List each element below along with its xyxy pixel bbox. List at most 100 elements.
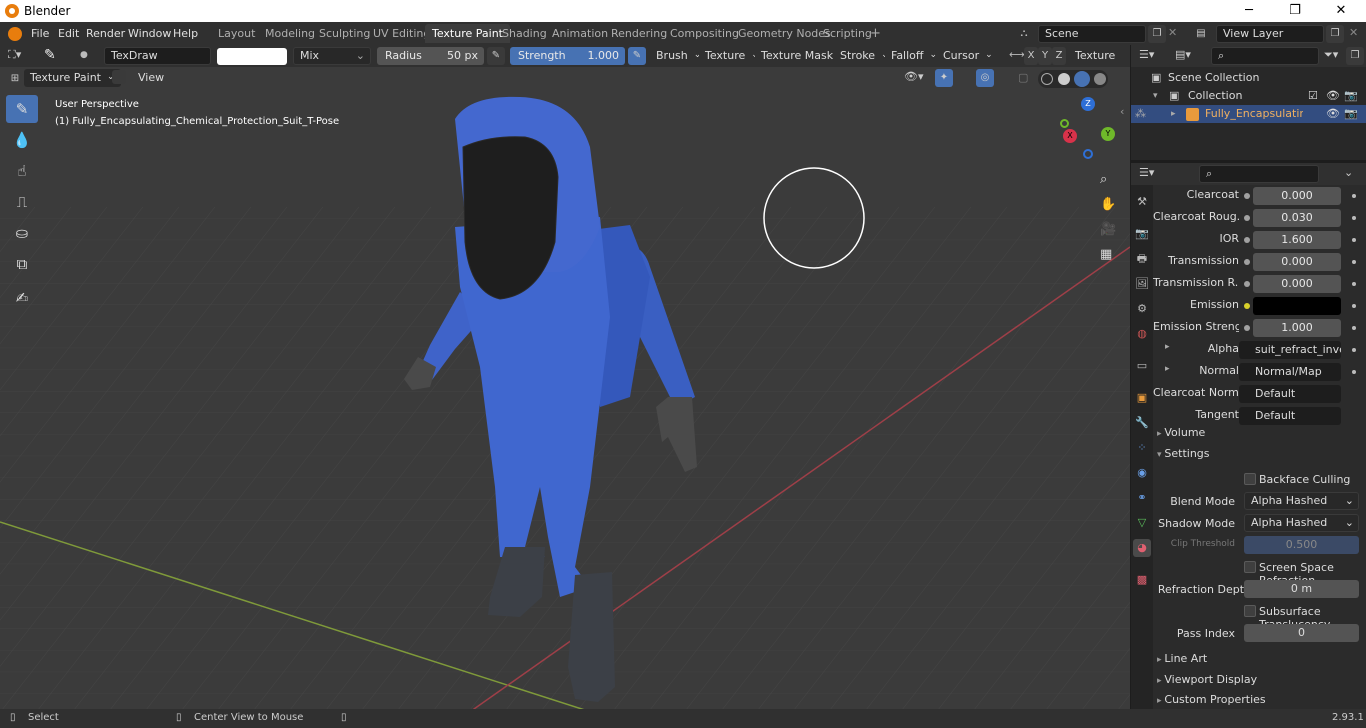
clone-tool-icon[interactable]: ⎍ — [6, 188, 38, 216]
mask-tool-icon[interactable]: ⧉ — [6, 250, 38, 278]
filter-icon[interactable]: ⏷▾ — [1324, 48, 1338, 62]
object-camera-icon[interactable]: 📷 — [1344, 105, 1358, 123]
mirror-x-button[interactable]: X — [1024, 47, 1038, 65]
sss-checkbox[interactable] — [1244, 605, 1256, 617]
output-tab-icon[interactable]: 🖶 — [1133, 250, 1151, 268]
strength-pressure-icon[interactable]: ✎ — [628, 47, 646, 65]
backface-culling-checkbox[interactable] — [1244, 473, 1256, 485]
display-mode-icon[interactable]: ▤▾ — [1175, 48, 1191, 61]
mode-selector[interactable]: Texture Paint — [24, 69, 121, 87]
refraction-depth-field[interactable]: 0 m — [1244, 580, 1359, 598]
view-layer-browse-icon[interactable]: ▤ — [1192, 25, 1210, 43]
physics-tab-icon[interactable]: ◉ — [1133, 464, 1151, 482]
socket-icon[interactable] — [1244, 193, 1250, 199]
smear-tool-icon[interactable]: ☝ — [6, 157, 38, 185]
scene-name-field[interactable]: Scene — [1038, 25, 1146, 43]
blend-mode-select[interactable]: Mix ⌄ — [293, 47, 371, 65]
viewport-display-panel-header[interactable]: ▸ Viewport Display — [1157, 670, 1362, 690]
add-workspace-icon[interactable]: + — [870, 26, 881, 41]
3d-viewport[interactable]: ⊞ Texture Paint View 👁▾ ✦ ◎ ▢ User Persp… — [0, 67, 1130, 709]
brush-tool-icon[interactable]: ✎ — [44, 47, 56, 63]
pan-hand-icon[interactable]: ✋ — [1100, 192, 1120, 217]
constraints-tab-icon[interactable]: ⚭ — [1133, 489, 1151, 507]
property-value[interactable]: 0.030 — [1253, 209, 1341, 227]
socket-icon[interactable] — [1244, 325, 1250, 331]
gizmo-x[interactable]: X — [1063, 129, 1077, 143]
shadow-mode-dropdown[interactable]: Alpha Hashed ⌄ — [1244, 514, 1359, 532]
radius-slider[interactable]: Radius 50 px — [377, 47, 484, 65]
new-view-layer-icon[interactable]: ❐ — [1326, 25, 1344, 43]
remove-view-layer-icon[interactable]: ✕ — [1349, 26, 1358, 39]
socket-icon[interactable] — [1244, 215, 1250, 221]
pass-index-field[interactable]: 0 — [1244, 624, 1359, 642]
grid-perspective-icon[interactable]: ▦ — [1100, 242, 1120, 267]
view-layer-field[interactable]: View Layer — [1216, 25, 1324, 43]
keyframe-dot-icon[interactable] — [1352, 238, 1356, 242]
xray-icon[interactable]: ▢ — [1018, 71, 1028, 84]
property-value[interactable]: Normal/Map — [1239, 363, 1341, 381]
socket-icon[interactable] — [1244, 303, 1250, 309]
keyframe-dot-icon[interactable] — [1352, 260, 1356, 264]
remove-scene-icon[interactable]: ✕ — [1168, 26, 1177, 39]
cursor-menu[interactable]: Cursor — [937, 47, 999, 65]
maximize-button[interactable]: ❐ — [1272, 0, 1318, 22]
rendered-shading-icon[interactable] — [1094, 73, 1106, 85]
exclude-checkbox-icon[interactable]: ☑ — [1308, 87, 1318, 105]
soften-tool-icon[interactable]: 💧 — [6, 126, 38, 154]
mirror-z-button[interactable]: Z — [1052, 47, 1066, 65]
socket-icon[interactable] — [1244, 281, 1250, 287]
brush-name-field[interactable]: TexDraw — [104, 47, 211, 65]
ssr-checkbox[interactable] — [1244, 561, 1256, 573]
property-value[interactable]: 0.000 — [1253, 253, 1341, 271]
view-menu[interactable]: View — [138, 71, 164, 84]
material-tab-icon[interactable]: ◕ — [1133, 539, 1151, 557]
particles-tab-icon[interactable]: ⁘ — [1133, 439, 1151, 457]
outliner-search-input[interactable]: ⌕ — [1211, 47, 1319, 65]
keyframe-dot-icon[interactable] — [1352, 282, 1356, 286]
overlays-toggle-icon[interactable]: ◎ — [976, 69, 994, 87]
gizmo-z[interactable]: Z — [1081, 97, 1095, 111]
socket-icon[interactable] — [1244, 259, 1250, 265]
menu-help[interactable]: Help — [173, 27, 198, 40]
zoom-icon[interactable]: ⌕ — [1100, 167, 1120, 192]
minimize-button[interactable]: ─ — [1226, 0, 1272, 22]
strength-slider[interactable]: Strength 1.000 — [510, 47, 625, 65]
scene-browse-icon[interactable]: ⛬ — [1015, 25, 1033, 43]
tool-tab-icon[interactable]: ⚒ — [1133, 193, 1151, 211]
texture-tab-icon[interactable]: ▩ — [1133, 571, 1151, 589]
mirror-y-button[interactable]: Y — [1038, 47, 1052, 65]
menu-window[interactable]: Window — [128, 27, 171, 40]
property-value[interactable]: suit_refract_invert.pn — [1239, 341, 1341, 359]
new-scene-icon[interactable]: ❐ — [1148, 25, 1166, 43]
camera-icon[interactable]: 🎥 — [1100, 217, 1120, 242]
line-art-panel-header[interactable]: ▸ Line Art — [1157, 649, 1362, 669]
property-value[interactable] — [1253, 297, 1341, 315]
gizmo-y[interactable]: Y — [1101, 127, 1115, 141]
collapse-icon[interactable]: ▾ — [1153, 87, 1158, 105]
data-tab-icon[interactable]: ▽ — [1133, 514, 1151, 532]
view-layer-tab-icon[interactable]: 🖼 — [1133, 275, 1151, 293]
outliner-scene-collection[interactable]: ▣ Scene Collection — [1131, 69, 1366, 87]
volume-panel-header[interactable]: ▸ Volume — [1157, 423, 1362, 443]
blender-menu-icon[interactable] — [8, 27, 22, 41]
draw-tool-icon[interactable]: ✎ — [6, 95, 38, 123]
world-tab-icon[interactable]: ◍ — [1133, 325, 1151, 343]
outliner-editor-type-icon[interactable]: ☰▾ — [1139, 48, 1154, 61]
keyframe-dot-icon[interactable] — [1352, 326, 1356, 330]
outliner-collection[interactable]: ▾ ▣ Collection ☑ 👁 📷 — [1131, 87, 1366, 105]
navigation-gizmo[interactable]: Z Y X — [1055, 97, 1120, 162]
property-value[interactable]: Default — [1239, 385, 1341, 403]
menu-file[interactable]: File — [31, 27, 49, 40]
menu-render[interactable]: Render — [86, 27, 125, 40]
texture-slots-menu[interactable]: Texture Slots — [1069, 47, 1130, 80]
solid-shading-icon[interactable] — [1058, 73, 1070, 85]
outliner-object-row[interactable]: ⁂ ▸ Fully_Encapsulating_Che 👁 📷 — [1131, 105, 1366, 123]
modifier-tab-icon[interactable]: 🔧 — [1133, 414, 1151, 432]
collection-tab-icon[interactable]: ▭ — [1133, 357, 1151, 375]
gizmo-neg-y[interactable] — [1060, 119, 1069, 128]
menu-edit[interactable]: Edit — [58, 27, 79, 40]
mask-toggle-icon[interactable] — [112, 70, 126, 84]
expand-icon[interactable]: ▸ — [1171, 105, 1176, 123]
annotate-tool-icon[interactable]: ✍ — [6, 284, 38, 312]
expand-arrow-icon[interactable]: ▸ — [1165, 342, 1170, 352]
